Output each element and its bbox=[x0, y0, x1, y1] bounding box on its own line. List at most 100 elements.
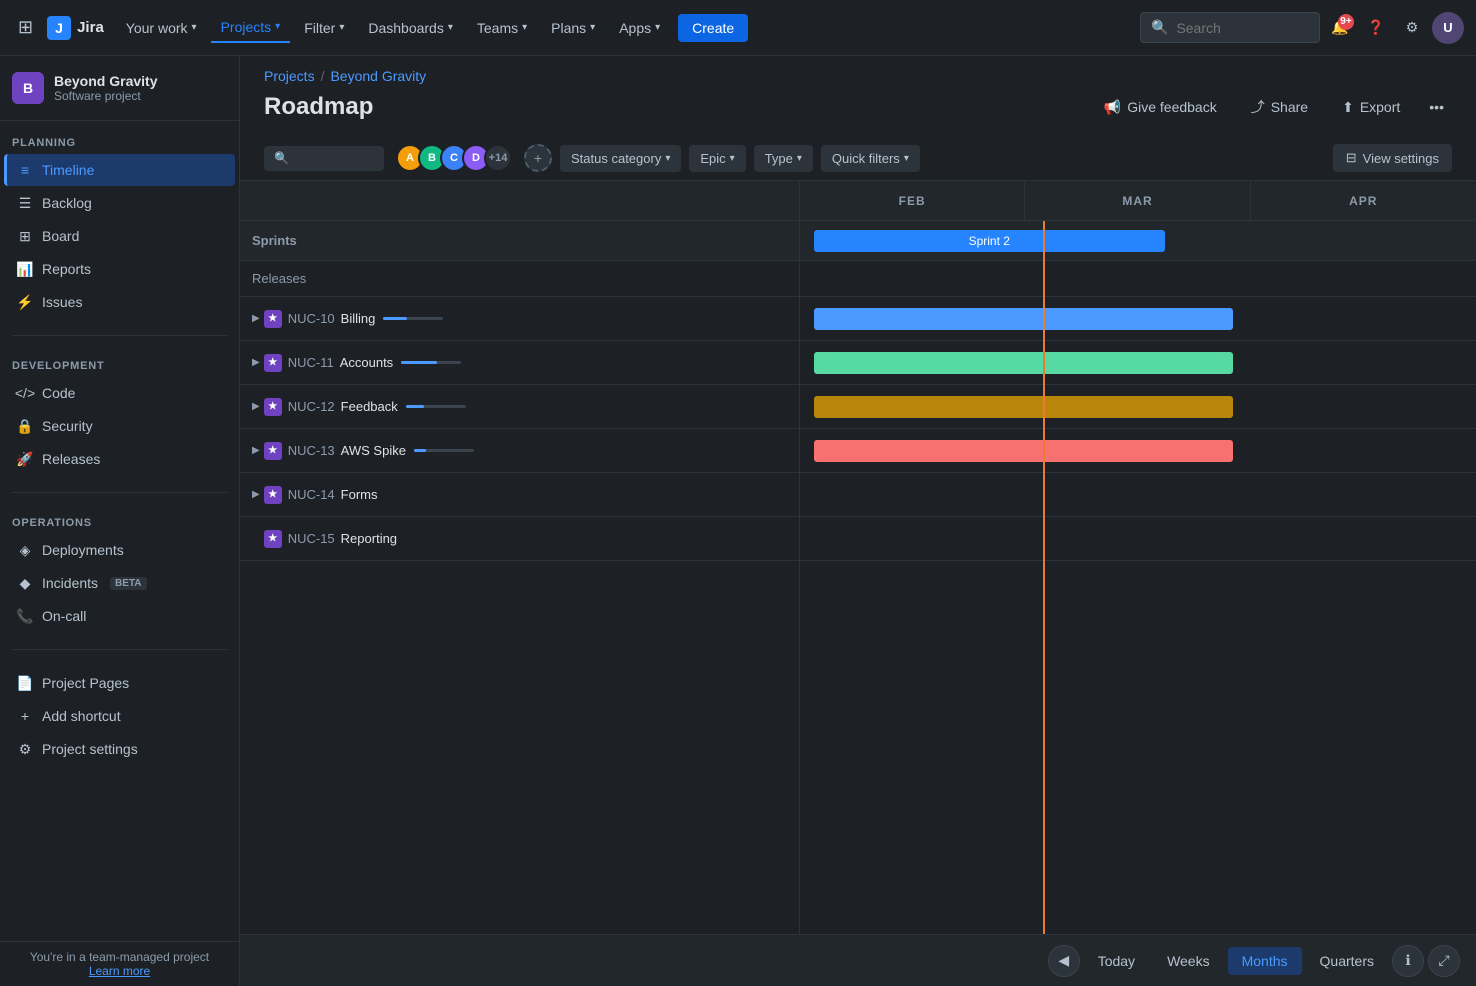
grid-icon[interactable]: ⊞ bbox=[12, 11, 39, 44]
epic-row-nuc12[interactable]: ▶ ★ NUC-12 Feedback bbox=[240, 385, 799, 429]
epic-search[interactable]: 🔍 bbox=[264, 146, 384, 171]
top-navigation: ⊞ J Jira Your work ▾ Projects ▾ Filter ▾… bbox=[0, 0, 1476, 56]
nav-prev-button[interactable]: ◀ bbox=[1048, 945, 1080, 977]
gantt-row-nuc15 bbox=[800, 517, 1476, 561]
pages-icon: 📄 bbox=[16, 674, 34, 692]
breadcrumb-project[interactable]: Beyond Gravity bbox=[330, 68, 426, 84]
sidebar-item-releases[interactable]: 🚀 Releases bbox=[4, 443, 235, 475]
chevron-down-icon: ▾ bbox=[448, 22, 453, 33]
learn-more-link[interactable]: Learn more bbox=[12, 964, 227, 978]
epic-name: Accounts bbox=[340, 355, 393, 370]
create-button[interactable]: Create bbox=[678, 14, 748, 42]
roadmap-months: FEB MAR APR bbox=[800, 181, 1476, 220]
epic-filter[interactable]: Epic ▾ bbox=[689, 145, 745, 172]
quarters-button[interactable]: Quarters bbox=[1306, 947, 1388, 975]
epic-id: NUC-10 bbox=[288, 311, 335, 326]
type-filter[interactable]: Type ▾ bbox=[754, 145, 813, 172]
nav-plans[interactable]: Plans ▾ bbox=[541, 14, 605, 42]
nav-projects[interactable]: Projects ▾ bbox=[211, 13, 291, 43]
expand-icon[interactable]: ▶ bbox=[252, 401, 260, 412]
deployments-icon: ◈ bbox=[16, 541, 34, 559]
user-avatar[interactable]: U bbox=[1432, 12, 1464, 44]
sidebar-item-backlog[interactable]: ☰ Backlog bbox=[4, 187, 235, 219]
sidebar-section-footer: 📄 Project Pages + Add shortcut ⚙ Project… bbox=[0, 658, 239, 774]
epic-row-nuc10[interactable]: ▶ ★ NUC-10 Billing bbox=[240, 297, 799, 341]
add-person-button[interactable]: + bbox=[524, 144, 552, 172]
give-feedback-button[interactable]: 📢 Give feedback bbox=[1091, 92, 1230, 123]
sidebar-item-incidents[interactable]: ◆ Incidents BETA bbox=[4, 567, 235, 599]
sidebar-item-code[interactable]: </> Code bbox=[4, 377, 235, 409]
nav-apps[interactable]: Apps ▾ bbox=[609, 14, 670, 42]
epic-row-nuc11[interactable]: ▶ ★ NUC-11 Accounts bbox=[240, 341, 799, 385]
epic-id: NUC-14 bbox=[288, 487, 335, 502]
epic-progress-fill bbox=[406, 405, 424, 408]
expand-icon[interactable]: ▶ bbox=[252, 489, 260, 500]
quick-filters[interactable]: Quick filters ▾ bbox=[821, 145, 920, 172]
expand-icon[interactable]: ▶ bbox=[252, 313, 260, 324]
epic-row-nuc14[interactable]: ▶ ★ NUC-14 Forms bbox=[240, 473, 799, 517]
epic-progress-bar bbox=[414, 449, 474, 452]
settings-button[interactable]: ⚙ bbox=[1396, 12, 1428, 44]
sidebar-item-oncall[interactable]: 📞 On-call bbox=[4, 600, 235, 632]
operations-label: OPERATIONS bbox=[0, 509, 239, 533]
sidebar-item-security[interactable]: 🔒 Security bbox=[4, 410, 235, 442]
epic-icon: ★ bbox=[264, 442, 282, 460]
jira-logo[interactable]: J Jira bbox=[47, 16, 104, 40]
share-button[interactable]: ⤴ Share bbox=[1238, 90, 1321, 124]
gantt-bar-nuc10[interactable] bbox=[814, 308, 1233, 330]
search-box[interactable]: 🔍 bbox=[1140, 12, 1320, 43]
learn-more-text[interactable]: Learn more bbox=[89, 964, 150, 978]
notifications-button[interactable]: 🔔 9+ bbox=[1324, 12, 1356, 44]
search-input[interactable] bbox=[1176, 20, 1309, 36]
planning-label: PLANNING bbox=[0, 129, 239, 153]
epic-row-nuc15[interactable]: ▶ ★ NUC-15 Reporting bbox=[240, 517, 799, 561]
export-icon: ⬆ bbox=[1342, 99, 1354, 116]
expand-button[interactable]: ⤢ bbox=[1428, 945, 1460, 977]
epic-row-nuc13[interactable]: ▶ ★ NUC-13 AWS Spike bbox=[240, 429, 799, 473]
nav-teams[interactable]: Teams ▾ bbox=[467, 14, 537, 42]
month-feb: FEB bbox=[800, 181, 1025, 220]
status-category-filter[interactable]: Status category ▾ bbox=[560, 145, 681, 172]
chevron-down-icon: ▾ bbox=[192, 22, 197, 33]
epic-icon: ★ bbox=[264, 398, 282, 416]
nav-filter[interactable]: Filter ▾ bbox=[294, 14, 354, 42]
epic-progress-fill bbox=[401, 361, 437, 364]
epic-name: Billing bbox=[341, 311, 376, 326]
gantt-bar-nuc12[interactable] bbox=[814, 396, 1233, 418]
backlog-icon: ☰ bbox=[16, 194, 34, 212]
view-settings-button[interactable]: ⊟ View settings bbox=[1333, 144, 1452, 172]
gantt-bar-nuc13[interactable] bbox=[814, 440, 1233, 462]
app-body: B Beyond Gravity Software project PLANNI… bbox=[0, 56, 1476, 986]
weeks-button[interactable]: Weeks bbox=[1153, 947, 1224, 975]
sidebar-section-operations: OPERATIONS ◈ Deployments ◆ Incidents BET… bbox=[0, 501, 239, 641]
releases-label: Releases bbox=[252, 271, 306, 286]
timeline-icon: ≡ bbox=[16, 161, 34, 179]
nav-dashboards[interactable]: Dashboards ▾ bbox=[358, 14, 463, 42]
sidebar-item-deployments[interactable]: ◈ Deployments bbox=[4, 534, 235, 566]
gantt-bar-nuc11[interactable] bbox=[814, 352, 1233, 374]
help-button[interactable]: ❓ bbox=[1360, 12, 1392, 44]
epic-search-input[interactable] bbox=[295, 151, 374, 166]
project-info: Beyond Gravity Software project bbox=[54, 73, 227, 103]
epic-name: Feedback bbox=[341, 399, 398, 414]
sidebar-item-timeline[interactable]: ≡ Timeline bbox=[4, 154, 235, 186]
today-button[interactable]: Today bbox=[1084, 947, 1149, 975]
info-button[interactable]: ℹ bbox=[1392, 945, 1424, 977]
sidebar-item-project-pages[interactable]: 📄 Project Pages bbox=[4, 667, 235, 699]
gantt-row-nuc11 bbox=[800, 341, 1476, 385]
today-line bbox=[1043, 221, 1045, 934]
months-button[interactable]: Months bbox=[1228, 947, 1302, 975]
export-button[interactable]: ⬆ Export bbox=[1329, 92, 1413, 123]
expand-icon[interactable]: ▶ bbox=[252, 445, 260, 456]
nav-your-work[interactable]: Your work ▾ bbox=[116, 14, 207, 42]
sidebar-item-add-shortcut[interactable]: + Add shortcut bbox=[4, 700, 235, 732]
expand-icon[interactable]: ▶ bbox=[252, 357, 260, 368]
breadcrumb-projects[interactable]: Projects bbox=[264, 68, 315, 84]
sidebar-item-reports[interactable]: 📊 Reports bbox=[4, 253, 235, 285]
sidebar-item-issues[interactable]: ⚡ Issues bbox=[4, 286, 235, 318]
more-options-button[interactable]: ••• bbox=[1421, 93, 1452, 121]
sidebar-item-board[interactable]: ⊞ Board bbox=[4, 220, 235, 252]
sidebar-section-development: DEVELOPMENT </> Code 🔒 Security 🚀 Releas… bbox=[0, 344, 239, 484]
avatar-overflow-count[interactable]: +14 bbox=[484, 144, 512, 172]
sidebar-item-project-settings[interactable]: ⚙ Project settings bbox=[4, 733, 235, 765]
